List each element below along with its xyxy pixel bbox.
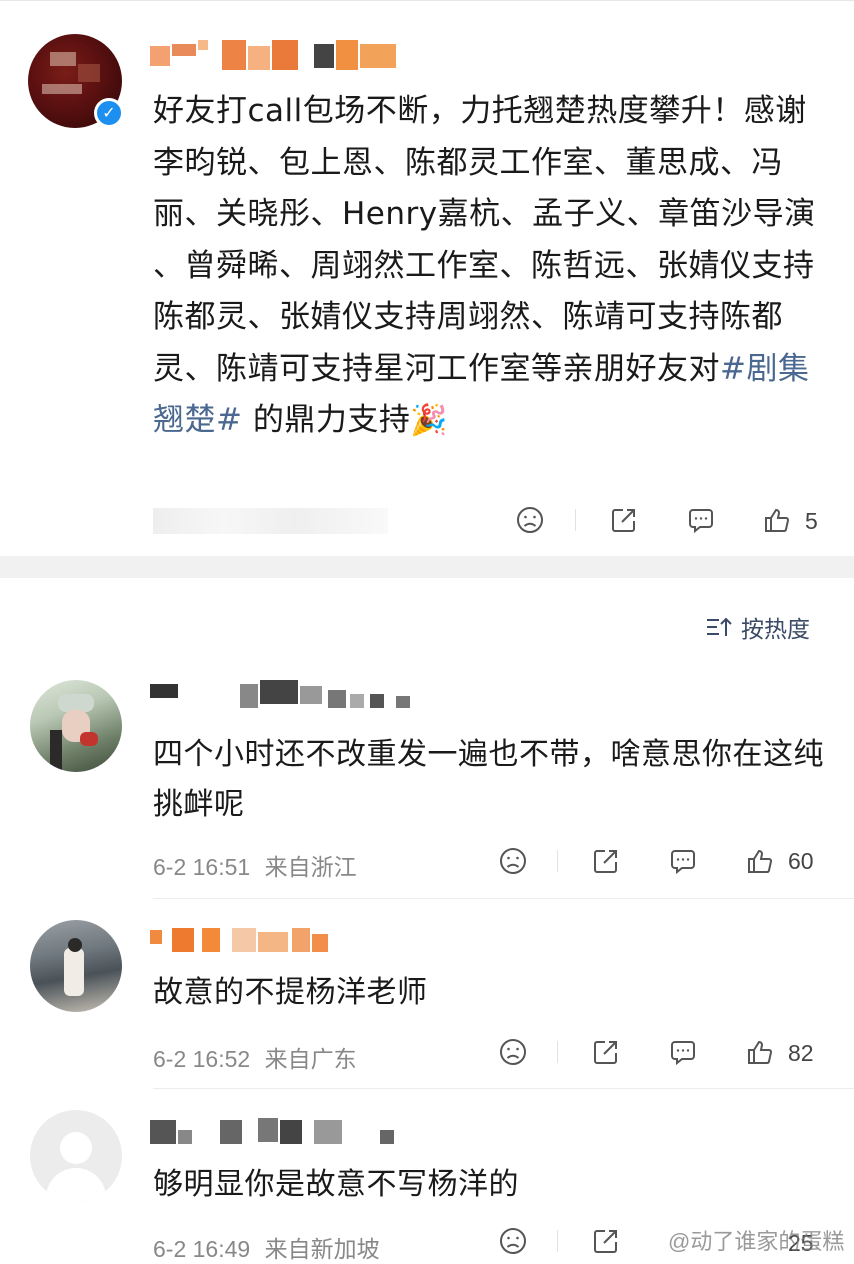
sad-face-icon[interactable] [496, 844, 530, 878]
like-icon[interactable] [743, 1035, 777, 1069]
share-icon[interactable] [589, 1224, 623, 1258]
share-icon[interactable] [607, 503, 641, 537]
sad-face-icon[interactable] [496, 1035, 530, 1069]
comment-like-count: 82 [788, 1040, 814, 1066]
comment-avatar[interactable] [30, 680, 122, 772]
post-text-tail: 的鼎力支持 [242, 402, 411, 438]
share-icon[interactable] [589, 1035, 623, 1069]
like-icon[interactable] [760, 503, 794, 537]
comment-avatar-default[interactable] [30, 1110, 122, 1202]
sort-by-heat-button[interactable]: 按热度 [705, 612, 810, 643]
comment-icon[interactable] [666, 844, 700, 878]
comment-time: 6-2 16:52 [153, 1046, 251, 1072]
sad-face-icon[interactable] [496, 1224, 530, 1258]
comment-time: 6-2 16:49 [153, 1236, 251, 1262]
sort-icon [707, 617, 732, 636]
comment-avatar[interactable] [30, 920, 122, 1012]
verified-icon: ✓ [94, 98, 124, 128]
divider [557, 1041, 558, 1063]
comment-time: 6-2 16:51 [153, 854, 251, 880]
comment-meta: 6-2 16:51 来自浙江 [153, 848, 357, 882]
comment-icon[interactable] [666, 1035, 700, 1069]
comment-text: 故意的不提杨洋老师 [153, 975, 428, 1010]
comment-location: 来自浙江 [264, 854, 357, 880]
post-like-count: 5 [805, 508, 818, 534]
like-icon[interactable] [743, 844, 777, 878]
post-text: 好友打call包场不断，力托翘楚热度攀升！感谢李昀锐、包上恩、陈都灵工作室、董思… [153, 93, 816, 387]
divider [557, 850, 558, 872]
comment-meta: 6-2 16:49 来自新加坡 [153, 1230, 380, 1264]
party-popper-icon: 🎉 [410, 403, 449, 438]
sad-face-icon[interactable] [513, 503, 547, 537]
section-gap [0, 556, 854, 578]
post-body: 好友打call包场不断，力托翘楚热度攀升！感谢李昀锐、包上恩、陈都灵工作室、董思… [153, 86, 818, 447]
comment-location: 来自新加坡 [264, 1236, 380, 1262]
share-icon[interactable] [589, 844, 623, 878]
sort-label: 按热度 [741, 617, 810, 643]
comment-like-count: 60 [788, 848, 814, 874]
comment-location: 来自广东 [264, 1046, 357, 1072]
divider [575, 509, 576, 531]
comment-icon[interactable] [684, 503, 718, 537]
post-meta-blurred [153, 508, 388, 534]
top-divider [0, 0, 854, 1]
comment-text: 四个小时还不改重发一遍也不带，啥意思你在这纯挑衅呢 [153, 737, 824, 822]
comment-text: 够明显你是故意不写杨洋的 [153, 1167, 519, 1202]
divider [557, 1230, 558, 1252]
watermark: @动了谁家的蛋糕 [668, 1229, 845, 1254]
comment-meta: 6-2 16:52 来自广东 [153, 1040, 357, 1074]
comment-separator [153, 1088, 854, 1089]
comment-separator [153, 898, 854, 899]
